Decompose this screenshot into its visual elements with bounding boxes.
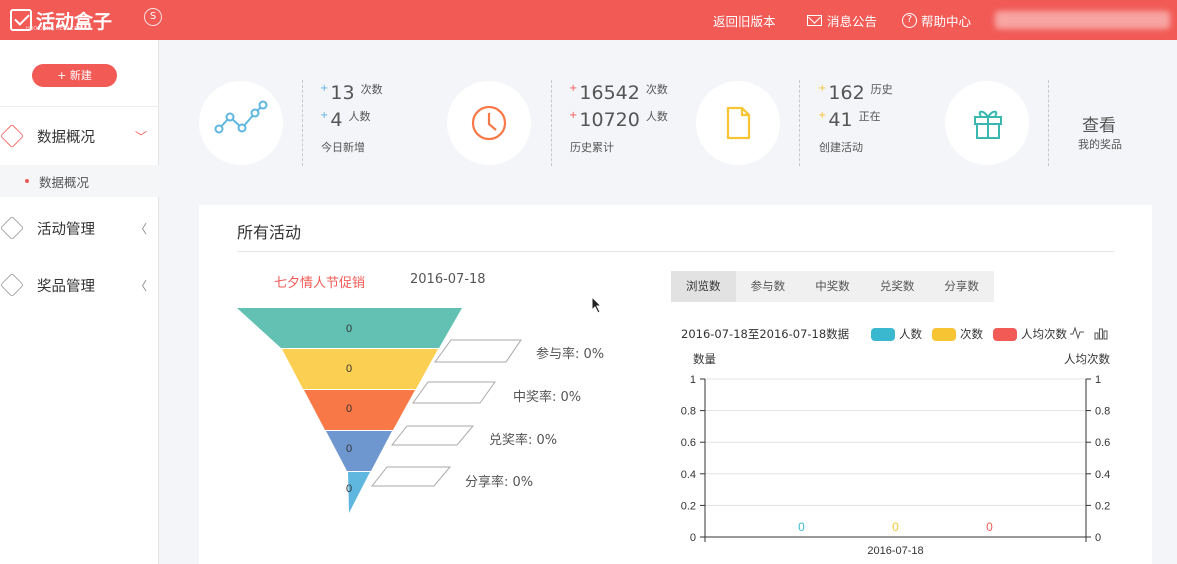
logo-subtext: HUO DONG HE ZI.COM bbox=[26, 26, 83, 32]
stat-divider bbox=[302, 80, 303, 166]
messages-link[interactable]: 消息公告 bbox=[807, 0, 877, 40]
chevron-left-icon: 〈 bbox=[134, 221, 147, 236]
bar-chart: 0 0 0.2 0.2 0.4 0.4 0.6 0.6 0.8 0.8 1 1 2016-07-18 0 0… bbox=[681, 374, 1111, 557]
help-link[interactable]: ? 帮助中心 bbox=[902, 0, 971, 40]
mail-icon bbox=[807, 14, 822, 26]
old-version-label: 返回旧版本 bbox=[713, 13, 776, 29]
mouse-cursor-icon bbox=[591, 296, 603, 314]
today-label: 今日新增 bbox=[321, 141, 365, 154]
stat-divider bbox=[551, 80, 552, 166]
y-tick-label-right: 0.4 bbox=[1095, 469, 1110, 481]
history-count: +16542 次数 bbox=[569, 82, 668, 104]
help-label: 帮助中心 bbox=[921, 13, 972, 29]
history-label: 历史累计 bbox=[570, 141, 614, 154]
clock-circle bbox=[447, 81, 531, 165]
sidebar-divider bbox=[0, 106, 159, 107]
view-prizes-label[interactable]: 我的奖品 bbox=[1078, 136, 1122, 152]
sidebar-item-data-overview[interactable]: 数据概况 ﹀ bbox=[0, 116, 159, 156]
top-bar: 活动盒子 HUO DONG HE ZI.COM S 返回旧版本 消息公告 ? 帮… bbox=[0, 0, 1177, 40]
history-people: +10720 人数 bbox=[569, 109, 668, 131]
messages-label: 消息公告 bbox=[827, 13, 878, 29]
clock-icon bbox=[471, 105, 507, 141]
sidebar-item-label: 活动管理 bbox=[37, 221, 95, 238]
old-version-link[interactable]: 返回旧版本 bbox=[713, 0, 776, 40]
created-active: +41 正在 bbox=[818, 109, 881, 131]
sidebar-subitem-data-overview[interactable]: 数据概况 bbox=[0, 165, 159, 197]
trend-circle bbox=[199, 81, 283, 165]
activity-icon bbox=[0, 215, 25, 241]
trend-line-icon bbox=[214, 100, 268, 134]
y-tick-label-left: 1 bbox=[690, 374, 696, 386]
help-icon: ? bbox=[902, 12, 917, 28]
sidebar-item-label: 数据概况 bbox=[37, 129, 95, 146]
user-menu[interactable] bbox=[995, 11, 1170, 29]
gift-icon bbox=[974, 110, 1002, 139]
sidebar-subitem-label: 数据概况 bbox=[39, 174, 90, 190]
sidebar-item-activity-management[interactable]: 活动管理 〈 bbox=[0, 208, 159, 248]
x-tick-label: 2016-07-18 bbox=[867, 545, 923, 557]
all-activities-card: 所有活动 七夕情人节促销 2016-07-18 0 0 0 0 0 参与率: 0… bbox=[199, 205, 1152, 564]
gift-circle[interactable] bbox=[945, 81, 1029, 165]
y-tick-label-left: 0.8 bbox=[681, 406, 696, 418]
y-tick-label-left: 0.2 bbox=[681, 500, 696, 512]
created-history: +162 历史 bbox=[818, 82, 893, 104]
y-tick-label-right: 1 bbox=[1095, 374, 1101, 386]
chevron-down-icon: ﹀ bbox=[134, 129, 147, 144]
chart-icon bbox=[0, 123, 25, 149]
y-tick-label-left: 0.6 bbox=[681, 437, 696, 449]
y-tick-label-right: 0.6 bbox=[1095, 437, 1110, 449]
sidebar: + 新建 数据概况 ﹀ 数据概况 活动管理 〈 奖品管理 〈 bbox=[0, 40, 159, 564]
view-prizes-title[interactable]: 查看 bbox=[1082, 111, 1116, 136]
y-tick-label-right: 0 bbox=[1095, 532, 1101, 544]
y-tick-label-left: 0.4 bbox=[681, 469, 696, 481]
prize-icon bbox=[0, 272, 25, 298]
today-count: +13 次数 bbox=[320, 82, 383, 104]
active-dot-icon bbox=[25, 179, 29, 183]
stat-divider bbox=[799, 80, 800, 166]
document-circle bbox=[696, 81, 780, 165]
y-tick-label-left: 0 bbox=[690, 532, 696, 544]
new-button[interactable]: + 新建 bbox=[32, 64, 117, 87]
today-people: +4 人数 bbox=[320, 109, 371, 131]
sidebar-item-label: 奖品管理 bbox=[37, 278, 95, 295]
chevron-left-icon: 〈 bbox=[134, 278, 147, 293]
y-tick-label-right: 0.2 bbox=[1095, 500, 1110, 512]
y-tick-label-right: 0.8 bbox=[1095, 406, 1110, 418]
document-icon bbox=[726, 106, 751, 140]
s-logo-icon[interactable]: S bbox=[144, 8, 162, 26]
created-label: 创建活动 bbox=[819, 141, 863, 154]
sidebar-item-prize-management[interactable]: 奖品管理 〈 bbox=[0, 265, 159, 305]
bar-value-label: 0 bbox=[892, 520, 899, 534]
bar-value-label: 0 bbox=[986, 520, 993, 534]
bar-value-label: 0 bbox=[798, 520, 805, 534]
stat-divider bbox=[1048, 80, 1049, 166]
